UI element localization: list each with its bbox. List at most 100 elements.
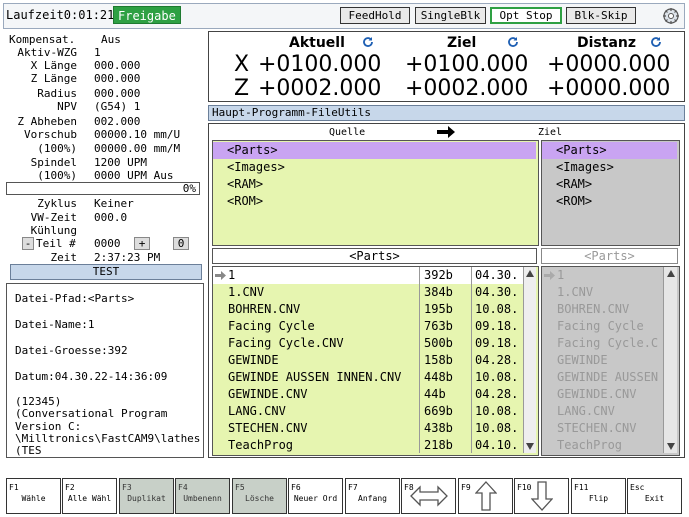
single-block-button[interactable]: SingleBlk	[415, 7, 486, 24]
scroll-down-icon[interactable]	[526, 443, 534, 450]
target-file-row[interactable]: LANG.CNV	[557, 403, 663, 420]
file-size: Datei-Groesse:392	[15, 344, 128, 357]
feedhold-button[interactable]: FeedHold	[340, 7, 410, 24]
file-size-cell: 195b	[424, 302, 453, 316]
scroll-up-icon[interactable]	[526, 270, 534, 277]
source-device-list: <Parts> <Images> <RAM> <ROM>	[212, 140, 539, 246]
npv-label: NPV	[57, 100, 77, 113]
source-device-rom[interactable]: <ROM>	[227, 193, 263, 210]
x-axis-label: X	[234, 52, 250, 77]
source-file-list: 1 392b 04.30... 1.CNV 384b 04.30... BOHREN.CNV…	[212, 266, 539, 456]
dwell-time-value: 000.0	[94, 211, 128, 224]
settings-gear-icon[interactable]	[662, 7, 680, 25]
f11-flip-button[interactable]: F11 Flip	[571, 478, 626, 514]
target-file-row[interactable]: 1.CNV	[557, 284, 663, 301]
f10-down-button[interactable]: F10	[514, 478, 569, 514]
x-distance-value: +0000.000	[547, 52, 671, 77]
target-device-ram[interactable]: <RAM>	[556, 176, 592, 193]
part-counter-box: 0	[173, 237, 189, 250]
file-size-cell: 158b	[424, 353, 453, 367]
file-content-line: (Conversational Program	[15, 407, 168, 420]
target-device-rom[interactable]: <ROM>	[556, 193, 592, 210]
target-file-row[interactable]: Facing Cycle.C	[557, 335, 663, 352]
program-progress-bar: 0%	[6, 182, 200, 195]
refresh-distance-icon[interactable]	[650, 36, 662, 48]
f7-top-button[interactable]: F7 Anfang	[345, 478, 400, 514]
fkey-label: Lösche	[245, 494, 274, 503]
target-file-row[interactable]: BOHREN.CNV	[557, 301, 663, 318]
fkey-number: Esc	[630, 483, 645, 492]
f2-select-all-button[interactable]: F2 Alle Wähl	[62, 478, 117, 514]
source-device-images[interactable]: <Images>	[227, 159, 285, 176]
file-date: Datum:04.30.22-14:36:09	[15, 370, 168, 383]
fkey-label: Duplikat	[127, 494, 166, 503]
fkey-label: Neuer Ord	[293, 494, 338, 503]
file-name-cell: GEWINDE	[228, 353, 279, 367]
target-header-label: Ziel	[538, 127, 563, 138]
f5-delete-button[interactable]: F5 Lösche	[232, 478, 287, 514]
scroll-down-icon[interactable]	[667, 443, 675, 450]
feed-label: Vorschub	[24, 128, 77, 141]
z-lift-value: 002.000	[94, 115, 141, 128]
dwell-time-label: VW-Zeit	[30, 211, 77, 224]
fkey-number: F11	[574, 483, 589, 492]
file-name-cell: LANG.CNV	[228, 404, 286, 418]
source-scrollbar[interactable]	[523, 267, 536, 453]
target-scrollbar[interactable]	[663, 267, 677, 453]
file-name-cell: Facing Cycle.CNV	[228, 336, 344, 350]
refresh-target-icon[interactable]	[507, 36, 519, 48]
part-decrement-button[interactable]: -	[22, 237, 34, 250]
target-device-parts[interactable]: <Parts>	[556, 142, 607, 159]
x-actual-value: +0100.000	[258, 52, 382, 77]
target-file-row[interactable]: TeachProg	[557, 437, 663, 454]
source-device-parts[interactable]: <Parts>	[227, 142, 278, 159]
fkey-number: F1	[9, 483, 19, 492]
refresh-actual-icon[interactable]	[362, 36, 374, 48]
target-file-row[interactable]: Facing Cycle	[557, 318, 663, 335]
radius-value: 000.000	[94, 87, 141, 100]
target-file-row[interactable]: STECHEN.CNV	[557, 420, 663, 437]
x-length-value: 000.000	[94, 59, 141, 72]
optional-stop-button[interactable]: Opt Stop	[490, 7, 562, 24]
f1-select-button[interactable]: F1 Wähle	[6, 478, 61, 514]
block-skip-button[interactable]: Blk-Skip	[566, 7, 636, 24]
kompensat-label: Kompensat.	[9, 33, 76, 46]
file-date-cell: 10.08...	[475, 421, 521, 435]
progress-percent: 0%	[182, 182, 196, 195]
test-mode-button[interactable]: TEST	[10, 264, 202, 280]
target-device-images[interactable]: <Images>	[556, 159, 614, 176]
file-name-cell: GEWINDE.CNV	[228, 387, 308, 401]
f6-new-folder-button[interactable]: F6 Neuer Ord	[288, 478, 343, 514]
file-date-cell: 04.28...	[475, 353, 521, 367]
fkey-number: F3	[122, 483, 132, 492]
axis-position-display: Aktuell Ziel Distanz X +0100.000 +0100.0…	[208, 31, 685, 102]
fkey-label: Alle Wähl	[67, 494, 112, 503]
fkey-number: F6	[291, 483, 301, 492]
target-file-row[interactable]: 1	[557, 267, 663, 284]
x-length-label: X Länge	[30, 59, 77, 72]
source-device-ram[interactable]: <RAM>	[227, 176, 263, 193]
f8-swap-button[interactable]: F8	[401, 478, 456, 514]
file-size-cell: 384b	[424, 285, 453, 299]
part-increment-button[interactable]: +	[134, 237, 150, 250]
f4-rename-button[interactable]: F4 Umbenenn	[175, 478, 230, 514]
target-file-row[interactable]: GEWINDE.CNV	[557, 386, 663, 403]
target-file-row[interactable]: GEWINDE AUSSEN	[557, 369, 663, 386]
spindle-value: 1200 UPM	[94, 156, 147, 169]
cycle-value: Keiner	[94, 197, 134, 210]
f3-duplicate-button[interactable]: F3 Duplikat	[119, 478, 174, 514]
fkey-label: Exit	[644, 494, 665, 503]
file-name-cell: 1	[228, 268, 236, 282]
file-date-cell: 10.08...	[475, 370, 521, 384]
fkey-label: Umbenenn	[183, 494, 222, 503]
z-length-value: 000.000	[94, 72, 141, 85]
esc-exit-button[interactable]: Esc Exit	[627, 478, 682, 514]
scroll-up-icon[interactable]	[667, 270, 675, 277]
target-file-row[interactable]: GEWINDE	[557, 352, 663, 369]
cycle-label: Zyklus	[37, 197, 77, 210]
file-content-line: (TES	[15, 444, 42, 457]
coolant-label: Kühlung	[30, 224, 77, 237]
spindle-label: Spindel	[30, 156, 77, 169]
f9-up-button[interactable]: F9	[458, 478, 513, 514]
down-arrow-icon	[531, 481, 553, 511]
